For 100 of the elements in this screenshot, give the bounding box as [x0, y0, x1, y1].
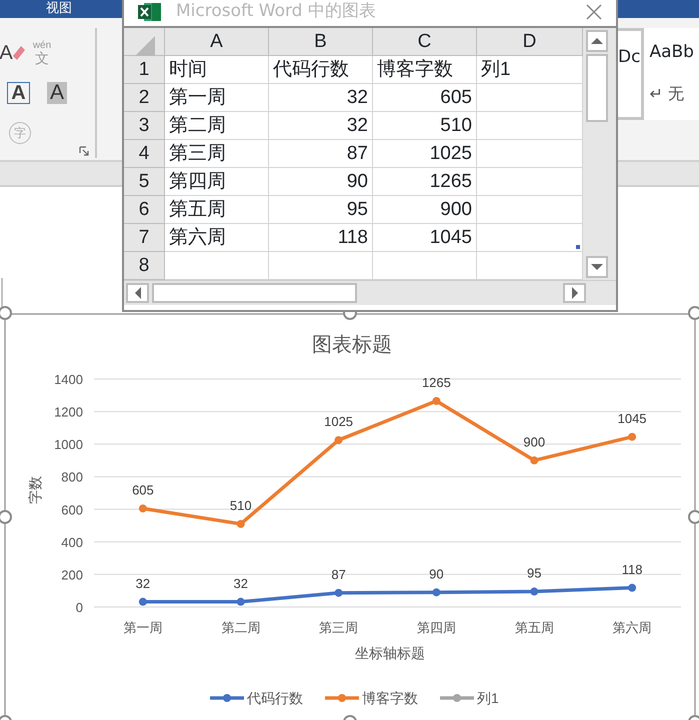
style-gallery[interactable]: Dc AaBb ↵ 无	[618, 28, 699, 120]
table-cell: 87	[269, 140, 373, 168]
style-preview[interactable]: AaBb	[649, 42, 694, 62]
chart-title: 图表标题	[312, 334, 392, 356]
character-border-tool[interactable]: A	[7, 82, 30, 104]
axis-category-label: 第一周	[123, 620, 162, 635]
table-cell: 1045	[373, 224, 477, 252]
scroll-up-button[interactable]	[586, 30, 608, 52]
legend-label[interactable]: 博客字数	[362, 690, 418, 706]
data-point	[530, 588, 538, 596]
data-label: 87	[331, 566, 346, 582]
data-point	[236, 520, 245, 528]
caret-left-icon[interactable]	[132, 285, 142, 301]
data-label: 1265	[422, 374, 451, 390]
row-header[interactable]: 7	[124, 224, 165, 252]
dialog-launcher-icon[interactable]	[79, 146, 89, 156]
resize-handle[interactable]	[0, 306, 12, 320]
table-cell: 95	[269, 196, 373, 224]
eraser-icon[interactable]	[12, 46, 25, 60]
data-label: 118	[622, 562, 642, 577]
table-cell: 第六周	[165, 224, 269, 252]
resize-handle[interactable]	[0, 510, 12, 524]
resize-handle[interactable]	[688, 510, 699, 524]
scrollbar-thumb[interactable]	[152, 283, 357, 303]
scroll-down-button[interactable]	[586, 256, 608, 278]
data-label: 605	[132, 482, 154, 498]
row-header[interactable]: 4	[124, 140, 165, 168]
table-resize-handle[interactable]	[576, 245, 580, 249]
data-point	[236, 598, 245, 606]
data-label: 900	[523, 434, 546, 450]
axis-category-label: 第五周	[514, 620, 554, 635]
axis-tick-label: 1400	[54, 372, 83, 387]
table-cell: 900	[373, 196, 477, 224]
axis-title: 坐标轴标题	[355, 645, 425, 661]
data-label: 90	[429, 566, 444, 582]
axis-tick-label: 400	[61, 534, 83, 550]
data-point	[334, 588, 343, 597]
table-cell: 32	[269, 84, 373, 112]
data-point	[628, 584, 636, 592]
row-header[interactable]: 6	[124, 196, 165, 224]
axis-tick-label: 600	[61, 502, 83, 518]
table-cell: 时间	[165, 56, 269, 84]
data-label: 95	[527, 566, 542, 581]
axis-tick-label: 800	[61, 470, 83, 485]
table-cell: 510	[373, 112, 477, 140]
table-cell: 代码行数	[269, 56, 373, 84]
resize-handle[interactable]	[343, 715, 357, 720]
data-label: 32	[234, 576, 248, 591]
scrollbar-thumb[interactable]	[586, 54, 608, 122]
data-point	[432, 396, 440, 405]
column-header[interactable]: B	[269, 28, 373, 56]
data-point	[628, 432, 636, 441]
scroll-right-button[interactable]	[563, 283, 586, 303]
axis-category-label: 第六周	[612, 620, 652, 635]
axis-category-label: 第三周	[319, 620, 358, 635]
row-header[interactable]: 3	[124, 112, 165, 140]
axis-tick-label: 200	[61, 567, 83, 582]
table-cell: 博客字数	[373, 56, 477, 84]
axis-tick-label: 0	[76, 600, 83, 615]
data-label: 32	[136, 576, 150, 591]
caret-down-icon[interactable]	[589, 262, 605, 272]
legend-label[interactable]: 代码行数	[247, 690, 303, 706]
style-caption: ↵ 无	[649, 83, 685, 105]
caret-right-icon[interactable]	[570, 285, 580, 301]
data-label: 510	[230, 498, 252, 513]
row-header[interactable]: 1	[124, 56, 165, 84]
row-header[interactable]: 8	[124, 252, 165, 280]
legend-label[interactable]: 列1	[477, 690, 499, 706]
column-header[interactable]: A	[165, 28, 269, 56]
table-cell: 第一周	[165, 84, 269, 112]
axis-title: 字数	[27, 476, 43, 504]
resize-handle[interactable]	[688, 306, 699, 320]
column-header[interactable]: C	[373, 28, 477, 56]
row-header[interactable]: 5	[124, 168, 165, 196]
data-label: 1025	[324, 414, 354, 430]
table-cell: 第五周	[165, 196, 269, 224]
data-point	[530, 456, 538, 464]
axis-category-label: 第二周	[221, 620, 260, 635]
scroll-left-button[interactable]	[126, 283, 149, 303]
chart-frame[interactable]	[0, 306, 699, 720]
character-shading-tool[interactable]: A	[46, 82, 67, 104]
table-cell: 第二周	[165, 112, 269, 140]
table-cell: 第三周	[165, 140, 269, 168]
axis-category-label: 第四周	[416, 620, 456, 635]
axis-tick-label: 1200	[54, 404, 83, 420]
column-header[interactable]: D	[477, 28, 583, 56]
resize-handle[interactable]	[0, 715, 12, 720]
table-cell: 32	[269, 112, 373, 140]
table-cell: 第四周	[165, 168, 269, 196]
resize-handle[interactable]	[688, 715, 699, 720]
axis-tick-label: 1000	[54, 437, 83, 452]
row-header[interactable]: 2	[124, 84, 165, 112]
data-point	[138, 598, 147, 606]
table-cell: 1265	[373, 168, 477, 196]
ribbon-tab[interactable]: 视图	[46, 0, 72, 17]
data-point	[138, 504, 147, 512]
caret-up-icon[interactable]	[589, 36, 605, 46]
table-cell: 列1	[477, 56, 583, 84]
data-point	[334, 436, 343, 444]
data-point	[432, 588, 440, 596]
